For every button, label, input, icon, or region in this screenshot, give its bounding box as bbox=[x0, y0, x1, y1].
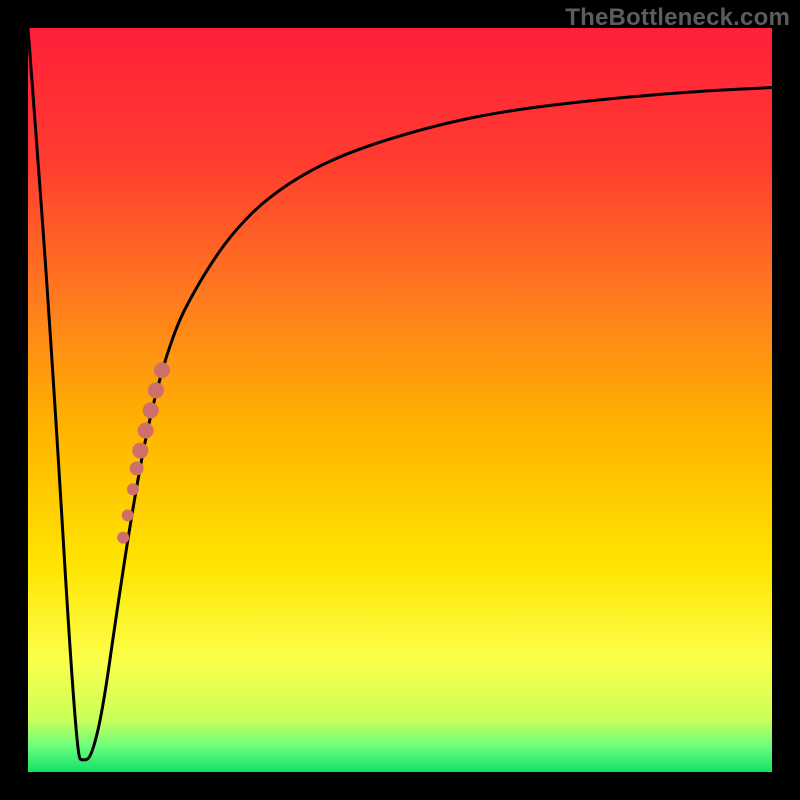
highlight-segment bbox=[148, 382, 164, 398]
gradient-background bbox=[28, 28, 772, 772]
plot-svg bbox=[28, 28, 772, 772]
highlight-point bbox=[117, 532, 129, 544]
highlight-segment bbox=[154, 362, 170, 378]
highlight-point bbox=[127, 483, 139, 495]
highlight-point bbox=[122, 509, 134, 521]
highlight-segment bbox=[143, 402, 159, 418]
plot-area bbox=[28, 28, 772, 772]
highlight-segment bbox=[130, 461, 144, 475]
highlight-segment bbox=[132, 443, 148, 459]
watermark-text: TheBottleneck.com bbox=[565, 4, 790, 32]
chart-frame: TheBottleneck.com bbox=[0, 0, 800, 800]
highlight-segment bbox=[138, 423, 154, 439]
